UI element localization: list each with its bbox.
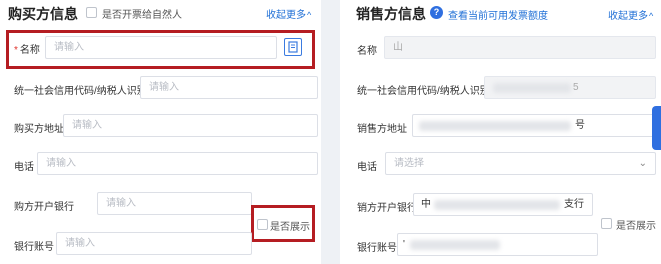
seller-bank-label: 销方开户银行: [357, 203, 417, 214]
natural-person-checkbox[interactable]: [86, 7, 97, 18]
side-drawer-tab[interactable]: [652, 106, 661, 150]
blurred-text: [493, 83, 571, 93]
seller-show-checkbox[interactable]: [601, 218, 612, 229]
seller-name-label: 名称: [357, 46, 377, 57]
seller-name-value: 山: [393, 42, 403, 53]
buyer-address-placeholder: 请输入: [72, 120, 102, 131]
seller-credit-code-label: 统一社会信用代码/纳税人识别号: [357, 86, 500, 97]
buyer-show-checkbox[interactable]: [257, 219, 268, 230]
seller-phone-select[interactable]: 请选择 ⌄: [385, 152, 656, 175]
buyer-name-placeholder: 请输入: [54, 42, 84, 53]
natural-person-label: 是否开票给自然人: [102, 10, 182, 21]
buyer-address-input[interactable]: 请输入: [63, 114, 318, 137]
seller-address-value: 号: [575, 120, 585, 131]
seller-collapse-link[interactable]: 收起更多^: [608, 7, 653, 22]
buyer-credit-code-input[interactable]: 请输入: [140, 76, 318, 99]
seller-name-input: 山: [384, 36, 656, 59]
seller-panel: 销售方信息 ? 查看当前可用发票额度 收起更多^ 名称 山 统一社会信用代码/纳…: [340, 0, 661, 264]
panel-gap: [321, 0, 340, 264]
buyer-bank-placeholder: 请输入: [106, 198, 136, 209]
caret-up-icon: ^: [649, 11, 654, 21]
buyer-panel: 购买方信息 是否开票给自然人 收起更多^ * 名称 请输入 统一社会信用代码/纳税…: [0, 0, 321, 264]
seller-address-label: 销售方地址: [357, 124, 407, 135]
buyer-show-label: 是否展示: [270, 222, 310, 233]
buyer-collapse-link[interactable]: 收起更多^: [266, 6, 311, 21]
blurred-text: [419, 121, 571, 131]
buyer-title: 购买方信息: [8, 6, 78, 22]
buyer-collapse-label: 收起更多: [266, 10, 306, 21]
seller-title: 销售方信息: [356, 6, 426, 22]
buyer-name-label: * 名称: [14, 41, 40, 56]
seller-account-label: 银行账号: [357, 243, 397, 254]
buyer-name-input[interactable]: 请输入: [45, 36, 277, 59]
seller-account-input[interactable]: ': [397, 233, 598, 256]
buyer-account-input[interactable]: 请输入: [56, 232, 252, 255]
caret-up-icon: ^: [307, 10, 312, 20]
quota-link[interactable]: 查看当前可用发票额度: [448, 7, 548, 22]
seller-collapse-label: 收起更多: [608, 11, 648, 22]
seller-bank-value-end: 支行: [564, 199, 584, 210]
seller-phone-placeholder: 请选择: [394, 158, 424, 169]
address-book-icon[interactable]: [284, 38, 302, 56]
buyer-bank-label: 购方开户银行: [14, 202, 74, 213]
buyer-bank-input[interactable]: 请输入: [97, 192, 252, 215]
seller-credit-code-input: 5: [484, 76, 656, 99]
seller-address-input[interactable]: 号: [412, 114, 656, 137]
seller-account-value: ': [403, 239, 405, 250]
buyer-name-label-text: 名称: [19, 45, 40, 56]
seller-phone-label: 电话: [357, 162, 377, 173]
buyer-credit-code-label: 统一社会信用代码/纳税人识别号: [14, 86, 157, 97]
chevron-down-icon: ⌄: [638, 158, 647, 169]
blurred-text: [434, 200, 560, 210]
required-mark: *: [14, 45, 18, 56]
buyer-account-label: 银行账号: [14, 242, 54, 253]
buyer-address-label: 购买方地址: [14, 124, 64, 135]
buyer-phone-input[interactable]: 请输入: [37, 152, 318, 175]
seller-show-label: 是否展示: [616, 221, 656, 232]
buyer-phone-label: 电话: [14, 162, 34, 173]
seller-bank-input[interactable]: 中 支行: [413, 193, 593, 216]
seller-bank-value-start: 中: [421, 199, 431, 210]
buyer-credit-code-placeholder: 请输入: [149, 82, 179, 93]
help-icon[interactable]: ?: [430, 6, 443, 19]
blurred-text: [410, 240, 500, 250]
buyer-phone-placeholder: 请输入: [46, 158, 76, 169]
buyer-account-placeholder: 请输入: [65, 238, 95, 249]
seller-credit-code-value: 5: [573, 82, 579, 93]
